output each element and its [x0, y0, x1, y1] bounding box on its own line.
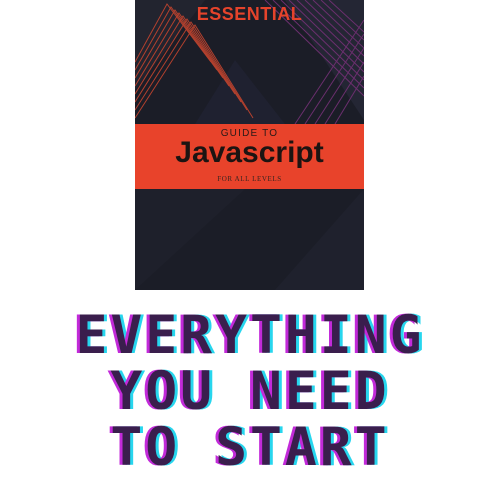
band-main-title: Javascript: [175, 136, 324, 169]
book-cover: ESSENTIAL GUIDE TO Javascript FOR ALL LE…: [135, 0, 364, 290]
tagline-line-3: TO START: [110, 417, 390, 478]
tagline-line-1: EVERYTHING: [75, 305, 425, 366]
band-footer-text: FOR ALL LEVELS: [217, 175, 282, 183]
cover-title: ESSENTIAL: [196, 4, 303, 24]
tagline-line-2: YOU NEED: [110, 361, 390, 422]
tagline: EVERYTHING YOU NEED TO START: [0, 308, 500, 476]
title-band: GUIDE TO Javascript FOR ALL LEVELS: [135, 124, 364, 189]
